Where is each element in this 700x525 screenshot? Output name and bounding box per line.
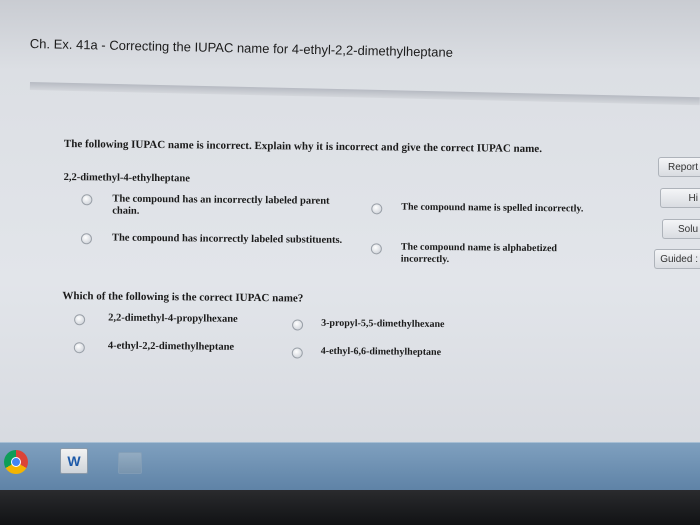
option-label[interactable]: The compound name is alphabetized incorr… <box>401 242 591 268</box>
chrome-icon[interactable] <box>4 450 28 474</box>
file-icon[interactable] <box>118 452 142 474</box>
taskbar <box>0 442 700 491</box>
monitor-bezel <box>0 490 700 525</box>
option-label[interactable]: The compound has incorrectly labeled sub… <box>112 233 352 248</box>
option-radio[interactable] <box>81 194 93 206</box>
option-radio[interactable] <box>370 243 382 255</box>
compound-name: 2,2-dimethyl-4-ethylheptane <box>63 172 190 185</box>
option-label[interactable]: The compound name is spelled incorrectly… <box>401 202 591 216</box>
word-icon[interactable]: W <box>60 448 88 474</box>
answer-radio[interactable] <box>74 314 86 326</box>
guided-button[interactable]: Guided : <box>654 249 700 269</box>
answer-label[interactable]: 2,2-dimethyl-4-propylhexane <box>108 313 238 325</box>
report-button[interactable]: Report <box>658 157 700 177</box>
answer-label[interactable]: 4-ethyl-6,6-dimethylheptane <box>321 346 441 358</box>
answer-radio[interactable] <box>292 319 304 331</box>
answer-radio[interactable] <box>73 342 85 354</box>
option-radio[interactable] <box>371 203 383 215</box>
option-radio[interactable] <box>80 233 93 245</box>
question-panel: The following IUPAC name is incorrect. E… <box>0 0 700 475</box>
answer-label[interactable]: 4-ethyl-2,2-dimethylheptane <box>108 341 234 353</box>
question-text: The following IUPAC name is incorrect. E… <box>63 138 543 156</box>
answer-radio[interactable] <box>291 347 303 359</box>
question2-text: Which of the following is the correct IU… <box>62 290 304 305</box>
hint-button[interactable]: Hi <box>660 188 700 208</box>
option-label[interactable]: The compound has an incorrectly labeled … <box>112 194 352 221</box>
solution-button[interactable]: Solu <box>662 219 700 239</box>
answer-label[interactable]: 3-propyl-5,5-dimethylhexane <box>321 318 445 330</box>
